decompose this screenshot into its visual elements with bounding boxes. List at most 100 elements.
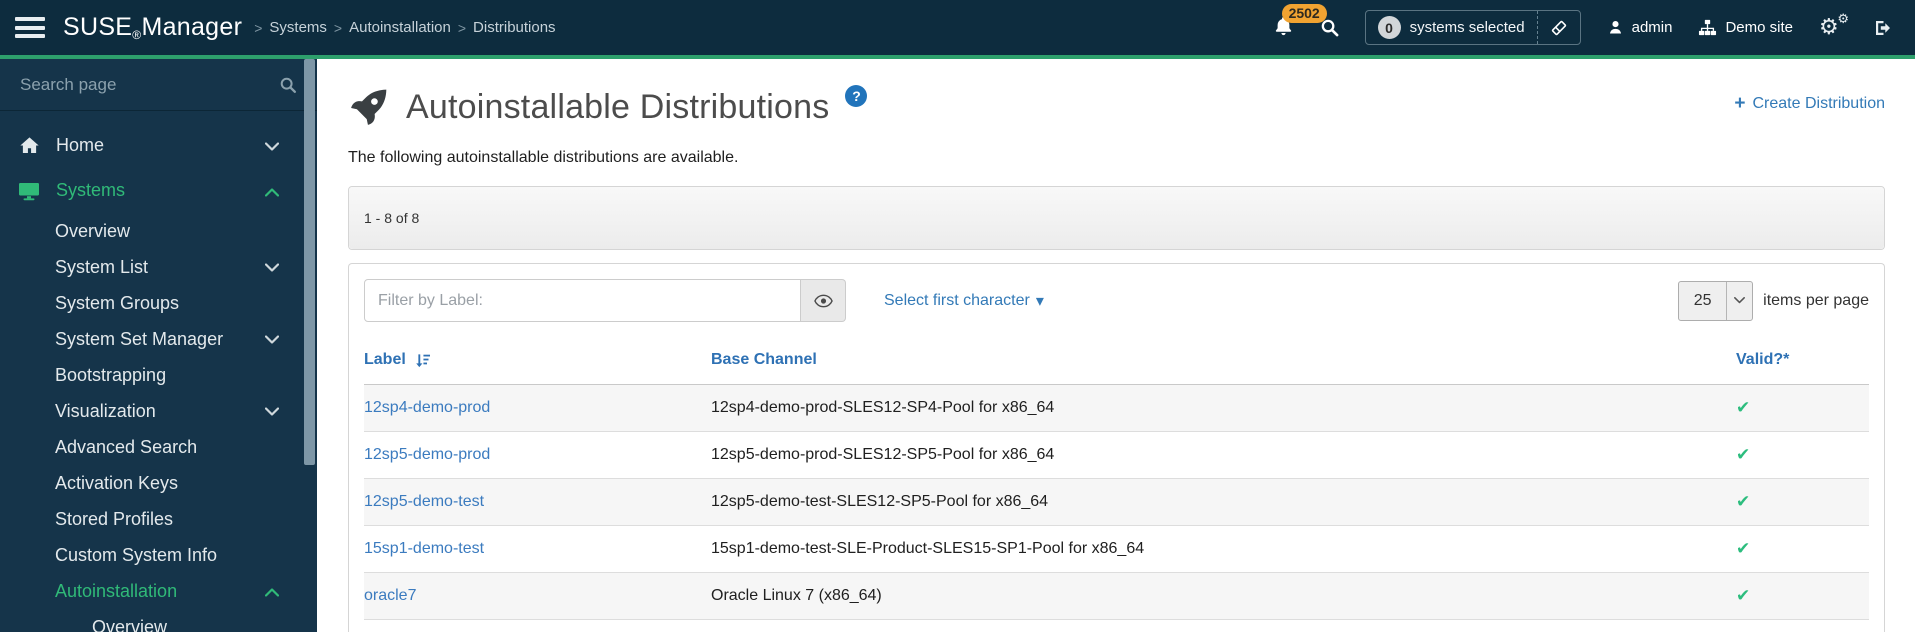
column-header-valid-text: Valid?* <box>1736 351 1790 368</box>
sidebar-item-label: Bootstrapping <box>55 364 167 385</box>
brand-manager: Manager <box>141 13 243 41</box>
sidebar-item-label: Home <box>56 135 105 155</box>
sidebar: Home Systems Overview System List System <box>0 59 317 632</box>
table-row: 12sp4-demo-prod 12sp4-demo-prod-SLES12-S… <box>364 384 1869 432</box>
column-header-label[interactable]: Label <box>364 336 711 385</box>
sidebar-item-custom-system-info[interactable]: Custom System Info <box>0 537 317 573</box>
valid-cell: ✔ <box>1736 572 1869 620</box>
table-row: 12sp5-demo-prod 12sp5-demo-prod-SLES12-S… <box>364 431 1869 479</box>
chevron-up-icon[interactable] <box>264 180 280 201</box>
chevron-up-icon[interactable] <box>264 581 280 602</box>
chevron-down-icon[interactable] <box>264 135 280 156</box>
select-first-character-label: Select first character <box>884 291 1030 309</box>
create-distribution-label: Create Distribution <box>1752 95 1886 112</box>
distributions-table: Label Base Channel Valid?* 12sp4-demo-pr… <box>364 336 1869 632</box>
systems-selected-button[interactable]: 0 systems selected <box>1366 11 1537 44</box>
breadcrumb-systems[interactable]: Systems <box>269 19 327 36</box>
eye-icon <box>813 294 833 308</box>
distribution-label-link[interactable]: sles12-sp4-x86_64 <box>364 619 711 632</box>
check-icon: ✔ <box>1736 445 1751 465</box>
sidebar-item-advanced-search[interactable]: Advanced Search <box>0 429 317 465</box>
filter-preview-button[interactable] <box>801 279 846 322</box>
user-name: admin <box>1631 19 1673 36</box>
sidebar-item-stored-profiles[interactable]: Stored Profiles <box>0 501 317 537</box>
breadcrumb-autoinstallation[interactable]: Autoinstallation <box>349 19 451 36</box>
clear-selection-button[interactable] <box>1538 11 1580 44</box>
create-distribution-link[interactable]: + Create Distribution <box>1734 93 1885 115</box>
sidebar-item-label: Visualization <box>55 400 156 421</box>
select-first-character-dropdown[interactable]: Select first character ▾ <box>884 291 1044 311</box>
distribution-label-link[interactable]: 12sp4-demo-prod <box>364 385 711 432</box>
distribution-label-link[interactable]: 12sp5-demo-prod <box>364 431 711 479</box>
items-per-page-select[interactable]: 25 <box>1678 280 1754 321</box>
chevron-down-icon[interactable] <box>264 329 280 350</box>
chevron-down-icon[interactable] <box>264 257 280 278</box>
sidebar-item-system-set-manager[interactable]: System Set Manager <box>0 321 317 357</box>
organization-menu[interactable]: Demo site <box>1698 18 1793 37</box>
brand-logo[interactable]: SUSE®Manager <box>63 13 242 42</box>
pagination-panel: 1 - 8 of 8 <box>348 186 1885 250</box>
sidebar-item-label: Autoinstallation <box>55 580 178 601</box>
check-icon: ✔ <box>1736 539 1751 559</box>
breadcrumb: > Systems > Autoinstallation > Distribut… <box>254 19 555 36</box>
filter-input[interactable] <box>364 279 801 322</box>
sidebar-item-system-groups[interactable]: System Groups <box>0 285 317 321</box>
chevron-down-icon <box>1726 281 1752 320</box>
distribution-label-link[interactable]: 12sp5-demo-test <box>364 478 711 526</box>
sidebar-item-system-list[interactable]: System List <box>0 249 317 285</box>
table-row: oracle7 Oracle Linux 7 (x86_64) ✔ <box>364 572 1869 620</box>
systems-selected-label: systems selected <box>1409 19 1525 36</box>
table-row: 15sp1-demo-test 15sp1-demo-test-SLE-Prod… <box>364 525 1869 573</box>
items-per-page-label: items per page <box>1763 291 1869 309</box>
settings-button[interactable]: ⚙ ⚙ <box>1819 11 1849 41</box>
user-icon <box>1607 19 1624 36</box>
sidebar-search <box>0 59 317 111</box>
notifications-button[interactable]: 2502 <box>1273 3 1327 41</box>
sidebar-item-label: System Set Manager <box>55 328 224 349</box>
valid-cell: ✔ <box>1736 431 1869 479</box>
plus-icon: + <box>1734 93 1746 114</box>
base-channel-cell: 15sp1-demo-test-SLE-Product-SLES15-SP1-P… <box>711 525 1736 573</box>
column-header-base-channel[interactable]: Base Channel <box>711 336 1736 385</box>
gear-small-icon: ⚙ <box>1837 11 1849 27</box>
valid-cell: ✔ <box>1736 525 1869 573</box>
base-channel-cell: 12sp5-demo-test-SLES12-SP5-Pool for x86_… <box>711 478 1736 526</box>
menu-toggle-button[interactable] <box>15 17 45 38</box>
desktop-icon <box>17 181 41 201</box>
chevron-down-icon[interactable] <box>264 401 280 422</box>
sidebar-item-activation-keys[interactable]: Activation Keys <box>0 465 317 501</box>
sign-out-icon <box>1876 20 1890 35</box>
help-icon[interactable]: ? <box>845 85 868 107</box>
breadcrumb-separator: > <box>457 19 467 36</box>
caret-down-icon: ▾ <box>1035 292 1044 310</box>
system-set-manager-widget: 0 systems selected <box>1364 10 1581 45</box>
user-menu[interactable]: admin <box>1607 19 1673 36</box>
sitemap-icon <box>1698 18 1717 37</box>
sidebar-item-home[interactable]: Home <box>0 123 317 168</box>
valid-cell: ✔ <box>1736 478 1869 526</box>
base-channel-cell: Oracle Linux 7 (x86_64) <box>711 572 1736 620</box>
table-row: 12sp5-demo-test 12sp5-demo-test-SLES12-S… <box>364 478 1869 526</box>
sidebar-item-label: Systems <box>56 180 126 200</box>
breadcrumb-separator: > <box>333 19 343 36</box>
distribution-label-link[interactable]: oracle7 <box>364 572 711 620</box>
sidebar-item-label: Overview <box>55 220 131 241</box>
sidebar-item-bootstrapping[interactable]: Bootstrapping <box>0 357 317 393</box>
sidebar-scrollbar[interactable] <box>304 59 315 465</box>
sign-out-button[interactable] <box>1873 18 1893 38</box>
sidebar-item-overview[interactable]: Overview <box>0 213 317 249</box>
column-header-base-channel-text: Base Channel <box>711 351 817 368</box>
sidebar-search-input[interactable] <box>20 74 279 95</box>
base-channel-cell: SLES12-SP4-Pool for x86_64 <box>711 619 1736 632</box>
accent-divider <box>0 55 1915 59</box>
sidebar-item-label: Overview <box>92 616 168 632</box>
sidebar-item-autoinstallation-overview[interactable]: Overview <box>0 609 317 632</box>
distributions-panel: Select first character ▾ 25 items per pa… <box>348 263 1885 632</box>
sidebar-item-label: Custom System Info <box>55 544 218 565</box>
pagination-summary: 1 - 8 of 8 <box>349 187 1884 249</box>
notification-count-badge: 2502 <box>1281 3 1327 23</box>
sidebar-item-systems[interactable]: Systems <box>0 168 317 213</box>
sidebar-item-autoinstallation[interactable]: Autoinstallation <box>0 573 317 609</box>
distribution-label-link[interactable]: 15sp1-demo-test <box>364 525 711 573</box>
sidebar-item-visualization[interactable]: Visualization <box>0 393 317 429</box>
